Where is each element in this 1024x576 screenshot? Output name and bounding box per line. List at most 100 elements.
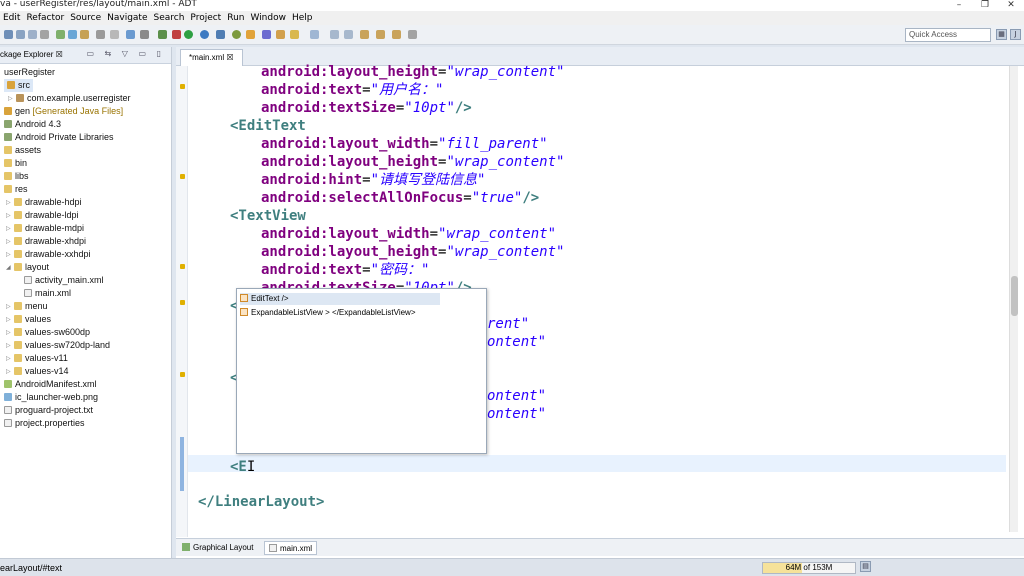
code-line[interactable]: android:layout_height="wrap_content"	[261, 243, 564, 261]
expand-arrow-icon[interactable]: ▷	[6, 352, 11, 365]
expand-arrow-icon[interactable]: ▷	[6, 222, 11, 235]
back-icon[interactable]	[376, 30, 385, 39]
warning-marker-icon[interactable]	[180, 372, 185, 377]
menu-search[interactable]: Search	[151, 11, 188, 25]
collapse-arrow-icon[interactable]: ◢	[6, 261, 11, 274]
tree-item-menu[interactable]: menu	[14, 300, 48, 313]
debug-icon[interactable]	[140, 30, 149, 39]
lint-icon[interactable]	[80, 30, 89, 39]
close-icon[interactable]: ✕	[998, 0, 1024, 11]
tree-item-values-sw600dp[interactable]: values-sw600dp	[14, 326, 90, 339]
code-line[interactable]: android:layout_width="wrap_content"	[261, 225, 556, 243]
expand-arrow-icon[interactable]: ▷	[6, 326, 11, 339]
tree-item-values[interactable]: values	[14, 313, 51, 326]
code-line[interactable]: <TextView	[230, 207, 306, 225]
tree-item-bin[interactable]: bin	[4, 157, 27, 170]
menu-run[interactable]: Run	[224, 11, 247, 25]
new-java-class-icon[interactable]	[246, 30, 255, 39]
save-all-icon[interactable]	[28, 30, 37, 39]
coverage-icon[interactable]	[200, 30, 209, 39]
open-resource-icon[interactable]	[290, 30, 299, 39]
code-line[interactable]: android:layout_height="wrap_content"	[261, 153, 564, 171]
code-line-current[interactable]: <EI	[230, 458, 255, 476]
code-line[interactable]: android:layout_height="wrap_content"	[261, 63, 564, 81]
expand-arrow-icon[interactable]: ▷	[6, 365, 11, 378]
menu-source[interactable]: Source	[67, 11, 104, 25]
code-line[interactable]: rent"	[487, 315, 529, 333]
tree-item-gen[interactable]: gen [Generated Java Files]	[4, 105, 123, 118]
package-explorer-tab[interactable]: ckage Explorer ☒	[0, 49, 63, 61]
expand-arrow-icon[interactable]: ▷	[6, 300, 11, 313]
tree-item-drawable-mdpi[interactable]: drawable-mdpi	[14, 222, 84, 235]
tree-item-values-v14[interactable]: values-v14	[14, 365, 69, 378]
tree-item-userregister[interactable]: userRegister	[4, 66, 55, 79]
annotation-icon[interactable]	[310, 30, 319, 39]
heap-status[interactable]: 64M of 153M	[762, 562, 856, 574]
android-sdk-icon[interactable]	[56, 30, 65, 39]
maximize-icon[interactable]: ❐	[972, 0, 998, 11]
last-edit-icon[interactable]	[360, 30, 369, 39]
run-icon[interactable]	[184, 30, 193, 39]
code-line[interactable]: android:selectAllOnFocus="true"/>	[261, 189, 539, 207]
tree-item-drawable-xxhdpi[interactable]: drawable-xxhdpi	[14, 248, 91, 261]
tree-item-ic-launcher-web[interactable]: ic_launcher-web.png	[4, 391, 98, 404]
tree-item-project-properties[interactable]: project.properties	[4, 417, 85, 430]
expand-arrow-icon[interactable]: ▷	[6, 248, 11, 261]
avd-manager-icon[interactable]	[68, 30, 77, 39]
code-line[interactable]: android:layout_width="fill_parent"	[261, 135, 548, 153]
menu-navigate[interactable]: Navigate	[104, 11, 150, 25]
tree-item-libs[interactable]: libs	[4, 170, 29, 183]
open-type-icon[interactable]	[216, 30, 225, 39]
suggestion-edittext[interactable]: EditText />	[240, 293, 440, 305]
code-line[interactable]: </LinearLayout>	[198, 493, 324, 511]
code-line[interactable]: android:hint="请填写登陆信息"	[261, 171, 485, 189]
expand-arrow-icon[interactable]: ▷	[6, 209, 11, 222]
view-menu-icon[interactable]: ▭ ⇆ ▽ ▭ ▯	[86, 49, 165, 58]
menu-project[interactable]: Project	[187, 11, 224, 25]
tree-item-src[interactable]: src	[4, 79, 33, 92]
gc-trash-icon[interactable]: ▤	[860, 561, 871, 572]
expand-arrow-icon[interactable]: ▷	[6, 196, 11, 209]
search-icon[interactable]	[276, 30, 285, 39]
open-perspective-icon[interactable]: ▦	[996, 29, 1007, 40]
forward-icon[interactable]	[392, 30, 401, 39]
warning-marker-icon[interactable]	[180, 84, 185, 89]
code-line[interactable]: <EditText	[230, 117, 306, 135]
external-tools-icon[interactable]	[172, 30, 181, 39]
skip-breakpoints-icon[interactable]	[96, 30, 105, 39]
code-line[interactable]: android:text="密码："	[261, 261, 429, 279]
save-icon[interactable]	[16, 30, 25, 39]
pin-editor-icon[interactable]	[408, 30, 417, 39]
java-perspective-icon[interactable]: J	[1010, 29, 1021, 40]
expand-arrow-icon[interactable]: ▷	[6, 235, 11, 248]
minimize-icon[interactable]: –	[946, 0, 972, 11]
next-annotation-icon[interactable]	[330, 30, 339, 39]
tree-item-values-sw720dp-land[interactable]: values-sw720dp-land	[14, 339, 110, 352]
dropdown-icon[interactable]	[110, 30, 119, 39]
expand-arrow-icon[interactable]: ▷	[6, 339, 11, 352]
tree-item-layout[interactable]: layout	[14, 261, 49, 274]
code-line[interactable]: android:text="用户名："	[261, 81, 443, 99]
code-line[interactable]: android:textSize="10pt"/>	[261, 99, 472, 117]
code-line[interactable]: ontent"	[487, 405, 546, 423]
menu-help[interactable]: Help	[289, 11, 316, 25]
scrollbar-thumb[interactable]	[1011, 276, 1018, 316]
tree-item-drawable-hdpi[interactable]: drawable-hdpi	[14, 196, 82, 209]
tree-item-proguard-project[interactable]: proguard-project.txt	[4, 404, 93, 417]
tree-item-package[interactable]: com.example.userregister	[16, 92, 131, 105]
tab-main-xml[interactable]: *main.xml ☒	[180, 49, 243, 66]
tree-item-private-libraries[interactable]: Android Private Libraries	[4, 131, 114, 144]
expand-arrow-icon[interactable]: ▷	[8, 92, 13, 105]
new-android-app-icon[interactable]	[126, 30, 135, 39]
code-line[interactable]: ontent"	[487, 387, 546, 405]
suggestion-expandablelistview[interactable]: ExpandableListView > </ExpandableListVie…	[240, 307, 420, 319]
tree-item-res[interactable]: res	[4, 183, 28, 196]
tree-item-android-4-3[interactable]: Android 4.3	[4, 118, 61, 131]
warning-marker-icon[interactable]	[180, 174, 185, 179]
open-task-icon[interactable]	[262, 30, 271, 39]
menu-edit[interactable]: Edit	[0, 11, 23, 25]
tree-item-activity-main-xml[interactable]: activity_main.xml	[24, 274, 104, 287]
warning-marker-icon[interactable]	[180, 264, 185, 269]
expand-arrow-icon[interactable]: ▷	[6, 313, 11, 326]
menu-window[interactable]: Window	[247, 11, 289, 25]
